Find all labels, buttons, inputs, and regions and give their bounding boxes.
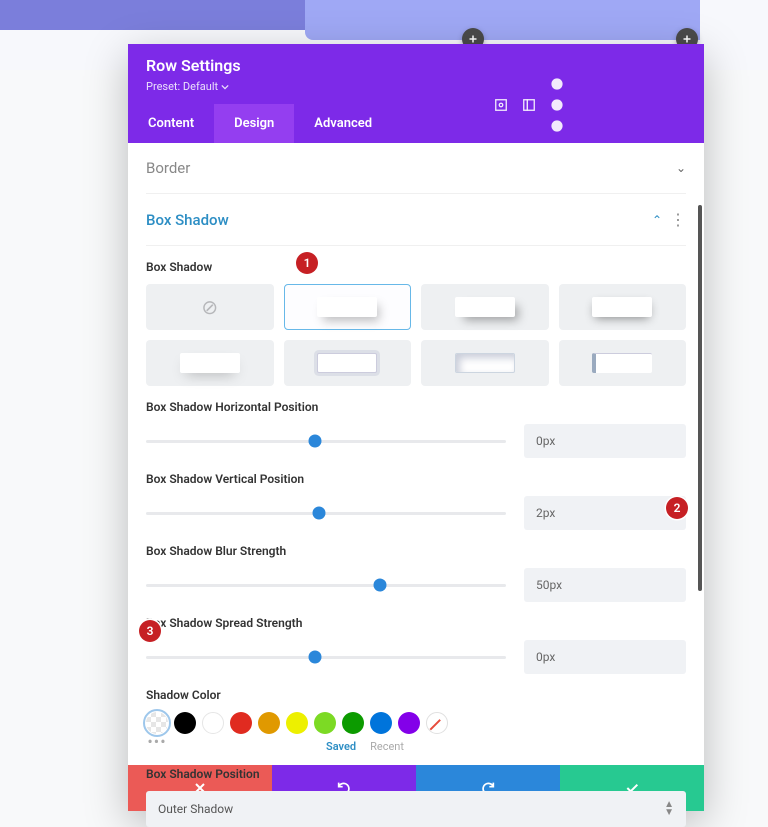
shadow-preview xyxy=(317,353,377,373)
modal-title: Row Settings xyxy=(146,56,686,75)
slider-thumb[interactable] xyxy=(312,507,325,520)
chevron-down-icon: ⌄ xyxy=(676,161,686,175)
annotation-1: 1 xyxy=(296,252,318,274)
spread-label: Box Shadow Spread Strength xyxy=(146,616,686,630)
shadow-preset-none[interactable]: ⊘ xyxy=(146,284,274,330)
modal-body: Border ⌄ Box Shadow ⌃ ⋮ Box Shadow ⊘ Box… xyxy=(128,143,704,765)
shadow-preview xyxy=(592,297,652,317)
section-box-shadow-title: Box Shadow xyxy=(146,211,229,229)
swatch-lime[interactable] xyxy=(314,712,336,734)
shadow-preset-1[interactable] xyxy=(284,284,412,330)
hpos-slider[interactable] xyxy=(146,440,506,443)
hpos-row: 0px xyxy=(146,424,686,458)
section-border-title: Border xyxy=(146,159,190,177)
tab-design[interactable]: Design xyxy=(214,104,294,143)
tab-advanced[interactable]: Advanced xyxy=(294,104,392,143)
vpos-label: Box Shadow Vertical Position xyxy=(146,472,686,486)
spread-row: 0px xyxy=(146,640,686,674)
shadow-preset-2[interactable] xyxy=(421,284,549,330)
shadow-preset-4[interactable] xyxy=(146,340,274,386)
swatch-yellow[interactable] xyxy=(286,712,308,734)
slider-track xyxy=(146,512,506,515)
shadow-color-label: Shadow Color xyxy=(146,688,686,702)
swatch-none[interactable] xyxy=(426,712,448,734)
header-icons xyxy=(494,98,564,112)
shadow-preset-grid: ⊘ xyxy=(146,284,686,386)
shadow-position-label: Box Shadow Position xyxy=(146,767,686,781)
more-colors-icon[interactable]: ••• xyxy=(146,738,168,746)
scrollbar[interactable] xyxy=(698,205,702,591)
color-swatches: ••• xyxy=(146,712,686,734)
shadow-preview xyxy=(592,353,652,373)
ban-icon: ⊘ xyxy=(201,295,218,319)
shadow-preview xyxy=(317,297,377,317)
select-arrows-icon: ▲▼ xyxy=(664,801,674,817)
swatch-transparent[interactable] xyxy=(146,712,168,734)
shadow-preview xyxy=(180,353,240,373)
slider-track xyxy=(146,584,506,587)
expand-icon[interactable] xyxy=(522,98,536,112)
section-border[interactable]: Border ⌄ xyxy=(146,143,686,194)
slider-track xyxy=(146,440,506,443)
responsive-icon[interactable] xyxy=(494,98,508,112)
bg-bar-left xyxy=(0,0,330,30)
blur-row: 50px xyxy=(146,568,686,602)
shadow-position-select[interactable]: Outer Shadow ▲▼ xyxy=(146,791,686,827)
spread-value[interactable]: 0px xyxy=(524,640,686,674)
preset-label: Preset: Default xyxy=(146,80,218,93)
vpos-slider[interactable] xyxy=(146,512,506,515)
swatch-red[interactable] xyxy=(230,712,252,734)
swatch-tabs: Saved Recent xyxy=(326,740,686,753)
swatch-orange[interactable] xyxy=(258,712,280,734)
section-box-shadow[interactable]: Box Shadow ⌃ ⋮ xyxy=(146,194,686,246)
swatch-black[interactable] xyxy=(174,712,196,734)
swatch-tab-saved[interactable]: Saved xyxy=(326,740,356,753)
tab-content[interactable]: Content xyxy=(128,104,214,143)
swatch-purple[interactable] xyxy=(398,712,420,734)
hpos-value[interactable]: 0px xyxy=(524,424,686,458)
vpos-value[interactable]: 2px xyxy=(524,496,686,530)
slider-track xyxy=(146,656,506,659)
spread-slider[interactable] xyxy=(146,656,506,659)
slider-thumb[interactable] xyxy=(309,435,322,448)
slider-thumb[interactable] xyxy=(309,651,322,664)
bg-bar-right xyxy=(305,0,700,40)
blur-slider[interactable] xyxy=(146,584,506,587)
vpos-row: 2px xyxy=(146,496,686,530)
annotation-2: 2 xyxy=(666,497,688,519)
shadow-preset-5[interactable] xyxy=(284,340,412,386)
shadow-position-value: Outer Shadow xyxy=(158,802,233,816)
modal-header: Row Settings Preset: Default xyxy=(128,44,704,104)
blur-value[interactable]: 50px xyxy=(524,568,686,602)
shadow-preset-6[interactable] xyxy=(421,340,549,386)
shadow-preset-7[interactable] xyxy=(559,340,687,386)
swatch-white[interactable] xyxy=(202,712,224,734)
swatch-blue[interactable] xyxy=(370,712,392,734)
preset-dropdown[interactable]: Preset: Default xyxy=(146,80,229,93)
swatch-tab-recent[interactable]: Recent xyxy=(370,740,404,753)
section-more-icon[interactable]: ⋮ xyxy=(670,210,686,229)
slider-thumb[interactable] xyxy=(374,579,387,592)
shadow-preview xyxy=(455,297,515,317)
more-icon[interactable] xyxy=(550,98,564,112)
shadow-preview xyxy=(455,353,515,373)
chevron-up-icon: ⌃ xyxy=(652,213,662,227)
settings-modal: Row Settings Preset: Default Content Des… xyxy=(128,44,704,811)
annotation-3: 3 xyxy=(139,620,161,642)
blur-label: Box Shadow Blur Strength xyxy=(146,544,686,558)
box-shadow-label: Box Shadow xyxy=(146,260,686,274)
swatch-green[interactable] xyxy=(342,712,364,734)
shadow-preset-3[interactable] xyxy=(559,284,687,330)
tabs: Content Design Advanced xyxy=(128,104,704,143)
hpos-label: Box Shadow Horizontal Position xyxy=(146,400,686,414)
